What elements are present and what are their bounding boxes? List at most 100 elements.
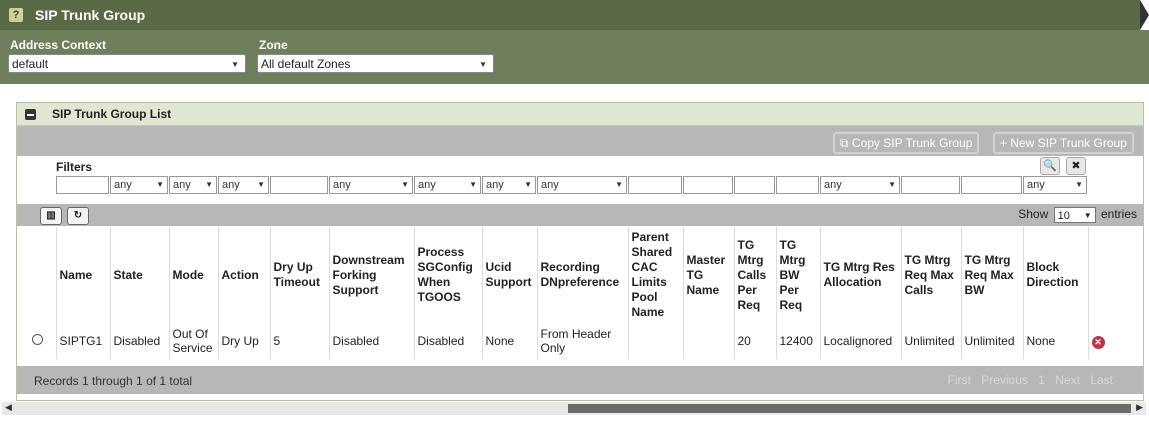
pagination-first[interactable]: First [948, 373, 971, 387]
column-header[interactable]: TG Mtrg BW Per Req [776, 227, 821, 323]
column-header[interactable]: TG Mtrg Req Max BW [961, 227, 1024, 323]
pagination-page[interactable]: 1 [1038, 373, 1045, 387]
filter-req-max-bw-input[interactable] [961, 176, 1022, 194]
filter-parent-shared-cac-input[interactable] [628, 176, 682, 194]
show-label: Show [1018, 207, 1049, 222]
zone-value: All default Zones [261, 57, 351, 71]
select-column-header [29, 227, 57, 323]
page-size-control: Show 10 ▼ entries [1018, 207, 1137, 223]
column-header[interactable]: TG Mtrg Calls Per Req [734, 227, 777, 323]
refresh-icon[interactable]: ↻ [67, 207, 89, 225]
filter-value: any [114, 179, 132, 191]
filter-value: any [486, 179, 504, 191]
chevron-down-icon: ▼ [231, 60, 239, 69]
filter-bw-per-req-input[interactable] [776, 176, 819, 194]
pagination-last[interactable]: Last [1090, 373, 1113, 387]
delete-column-header [1088, 227, 1119, 323]
filter-process-sgconfig-select[interactable]: any ▼ [414, 176, 481, 194]
filter-recording-dnpreference-select[interactable]: any ▼ [537, 176, 627, 194]
column-header[interactable]: Downstream Forking Support [329, 227, 415, 323]
columns-icon[interactable]: ▥ [40, 207, 62, 225]
filter-calls-per-req-input[interactable] [734, 176, 775, 194]
table-cell: SIPTG1 [56, 323, 111, 359]
pagination-next[interactable]: Next [1055, 373, 1080, 387]
column-header[interactable]: Master TG Name [683, 227, 735, 323]
table-controls-bar: ▥ ↻ Show 10 ▼ entries [17, 204, 1143, 226]
scroll-right-icon[interactable]: ▶ [1136, 402, 1143, 413]
collapse-icon[interactable] [25, 108, 36, 120]
page-size-select[interactable]: 10 ▼ [1053, 207, 1096, 223]
column-header[interactable]: Name [56, 227, 111, 323]
column-header[interactable]: TG Mtrg Res Allocation [820, 227, 902, 323]
new-sip-trunk-group-button[interactable]: + New SIP Trunk Group [993, 132, 1134, 154]
filter-value: any [541, 179, 559, 191]
table-cell: None [482, 323, 538, 359]
column-header[interactable]: Recording DNpreference [537, 227, 629, 323]
column-header[interactable]: Parent Shared CAC Limits Pool Name [628, 227, 684, 323]
column-header[interactable]: Ucid Support [482, 227, 538, 323]
filter-state-select[interactable]: any ▼ [110, 176, 168, 194]
column-header[interactable]: TG Mtrg Req Max Calls [901, 227, 962, 323]
search-icon[interactable]: 🔍 [1040, 157, 1060, 175]
filter-res-allocation-select[interactable]: any ▼ [820, 176, 900, 194]
pagination: First Previous 1 Next Last [941, 373, 1113, 387]
row-select-cell[interactable] [29, 323, 57, 359]
address-context-value: default [12, 57, 49, 71]
table-row[interactable]: SIPTG1 Disabled Out Of Service Dry Up 5 … [29, 323, 1119, 359]
pagination-previous[interactable]: Previous [981, 373, 1028, 387]
clear-filters-icon[interactable]: ✖ [1066, 157, 1086, 175]
table-cell: 5 [270, 323, 330, 359]
copy-button-label: Copy SIP Trunk Group [851, 136, 973, 150]
chevron-down-icon: ▼ [401, 180, 409, 189]
column-header[interactable]: Block Direction [1023, 227, 1089, 323]
copy-icon: ⧉ [840, 136, 852, 150]
chevron-down-icon: ▼ [1075, 180, 1083, 189]
table-cell: Disabled [414, 323, 483, 359]
filter-value: any [333, 179, 351, 191]
address-context-label: Address Context [10, 38, 107, 52]
chevron-down-icon: ▼ [205, 180, 213, 189]
sip-trunk-group-table: Name State Mode Action Dry Up Timeout Do… [29, 227, 1119, 359]
scroll-left-icon[interactable]: ◀ [5, 402, 12, 413]
column-header[interactable]: Process SGConfig When TGOOS [414, 227, 483, 323]
filters-label: Filters [56, 160, 93, 174]
table-cell: 20 [734, 323, 777, 359]
scrollbar-thumb[interactable] [568, 404, 1131, 413]
filter-action-select[interactable]: any ▼ [218, 176, 269, 194]
chevron-down-icon: ▼ [1083, 211, 1092, 220]
chevron-down-icon: ▼ [469, 180, 477, 189]
copy-sip-trunk-group-button[interactable]: ⧉ Copy SIP Trunk Group [833, 132, 980, 154]
filter-downstream-forking-select[interactable]: any ▼ [329, 176, 413, 194]
filter-mode-select[interactable]: any ▼ [169, 176, 217, 194]
filter-master-tg-name-input[interactable] [683, 176, 733, 194]
filter-value: any [222, 179, 240, 191]
page-size-value: 10 [1057, 210, 1070, 222]
plus-icon: + [1000, 136, 1011, 150]
filter-dry-up-timeout-input[interactable] [270, 176, 328, 194]
table-cell: Dry Up [218, 323, 271, 359]
zone-select[interactable]: All default Zones ▼ [257, 54, 494, 73]
filter-name-input[interactable] [56, 176, 109, 194]
filter-block-direction-select[interactable]: any ▼ [1023, 176, 1087, 194]
chevron-down-icon: ▼ [888, 180, 896, 189]
table-cell: Disabled [329, 323, 415, 359]
filter-value: any [418, 179, 436, 191]
panel-title: SIP Trunk Group List [52, 107, 172, 121]
filter-ucid-support-select[interactable]: any ▼ [482, 176, 536, 194]
table-cell: Disabled [110, 323, 170, 359]
help-icon[interactable]: ? [9, 8, 23, 22]
chevron-down-icon: ▼ [479, 60, 487, 69]
column-header[interactable]: Dry Up Timeout [270, 227, 330, 323]
table-cell [683, 323, 735, 359]
horizontal-scrollbar[interactable]: ◀ ▶ [2, 402, 1146, 415]
address-context-select[interactable]: default ▼ [8, 54, 246, 73]
column-header[interactable]: Mode [169, 227, 219, 323]
table-cell: Unlimited [901, 323, 962, 359]
row-radio[interactable] [32, 334, 43, 345]
column-header[interactable]: State [110, 227, 170, 323]
titlebar-arrow-decoration [1140, 0, 1149, 30]
filter-req-max-calls-input[interactable] [901, 176, 960, 194]
delete-icon[interactable]: ✕ [1091, 335, 1105, 349]
chevron-down-icon: ▼ [615, 180, 623, 189]
column-header[interactable]: Action [218, 227, 271, 323]
